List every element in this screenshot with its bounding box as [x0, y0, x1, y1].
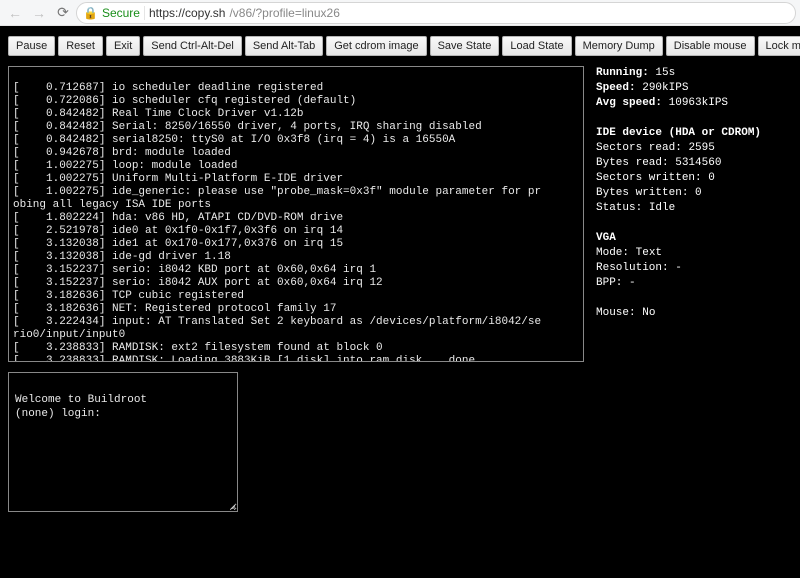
lock-icon: 🔒: [83, 6, 98, 20]
ide-status-value: Idle: [649, 202, 675, 214]
status-panel: Running: 15s Speed: 290kIPS Avg speed: 1…: [596, 66, 761, 362]
back-button[interactable]: ←: [4, 2, 26, 24]
bytes-written-value: 0: [695, 187, 702, 199]
running-value: 15s: [655, 67, 675, 79]
bytes-read-label: Bytes read:: [596, 157, 669, 169]
ide-header: IDE device (HDA or CDROM): [596, 127, 761, 139]
send-alt-tab-button[interactable]: Send Alt-Tab: [245, 36, 323, 56]
exit-button[interactable]: Exit: [106, 36, 140, 56]
running-label: Running:: [596, 67, 649, 79]
app-root: Pause Reset Exit Send Ctrl-Alt-Del Send …: [0, 26, 800, 578]
avg-speed-label: Avg speed:: [596, 97, 662, 109]
sectors-read-label: Sectors read:: [596, 142, 682, 154]
mouse-label: Mouse:: [596, 307, 636, 319]
boot-log: [ 0.712687] io scheduler deadline regist…: [13, 82, 541, 362]
serial-welcome: Welcome to Buildroot: [15, 394, 147, 406]
lock-mouse-button[interactable]: Lock mouse: [758, 36, 800, 56]
url-host: https://copy.sh: [149, 6, 225, 20]
vga-res-value: -: [675, 262, 682, 274]
get-cdrom-image-button[interactable]: Get cdrom image: [326, 36, 426, 56]
forward-button[interactable]: →: [28, 2, 50, 24]
reset-button[interactable]: Reset: [58, 36, 103, 56]
save-state-button[interactable]: Save State: [430, 36, 500, 56]
sectors-read-value: 2595: [688, 142, 714, 154]
vga-header: VGA: [596, 232, 616, 244]
load-state-button[interactable]: Load State: [502, 36, 571, 56]
vga-res-label: Resolution:: [596, 262, 669, 274]
sectors-written-label: Sectors written:: [596, 172, 702, 184]
memory-dump-button[interactable]: Memory Dump: [575, 36, 663, 56]
pause-button[interactable]: Pause: [8, 36, 55, 56]
speed-value: 290kIPS: [642, 82, 688, 94]
reload-button[interactable]: ⟳: [52, 2, 74, 24]
vga-bpp-value: -: [629, 277, 636, 289]
browser-toolbar: ← → ⟳ 🔒 Secure https://copy.sh/v86/?prof…: [0, 0, 800, 26]
secure-label: Secure: [102, 6, 145, 20]
url-path: /v86/?profile=linux26: [229, 6, 339, 20]
ide-status-label: Status:: [596, 202, 642, 214]
serial-console[interactable]: Welcome to Buildroot (none) login:: [8, 372, 238, 512]
send-ctrl-alt-del-button[interactable]: Send Ctrl-Alt-Del: [143, 36, 242, 56]
vga-bpp-label: BPP:: [596, 277, 622, 289]
vga-mode-label: Mode:: [596, 247, 629, 259]
sectors-written-value: 0: [708, 172, 715, 184]
bytes-read-value: 5314560: [675, 157, 721, 169]
bytes-written-label: Bytes written:: [596, 187, 688, 199]
mouse-value: No: [642, 307, 655, 319]
avg-speed-value: 10963kIPS: [669, 97, 728, 109]
disable-mouse-button[interactable]: Disable mouse: [666, 36, 755, 56]
speed-label: Speed:: [596, 82, 636, 94]
toolbar: Pause Reset Exit Send Ctrl-Alt-Del Send …: [8, 36, 792, 56]
vga-screen[interactable]: [ 0.712687] io scheduler deadline regist…: [8, 66, 584, 362]
vga-mode-value: Text: [636, 247, 662, 259]
address-bar[interactable]: 🔒 Secure https://copy.sh/v86/?profile=li…: [76, 2, 796, 24]
serial-login: (none) login:: [15, 408, 101, 420]
